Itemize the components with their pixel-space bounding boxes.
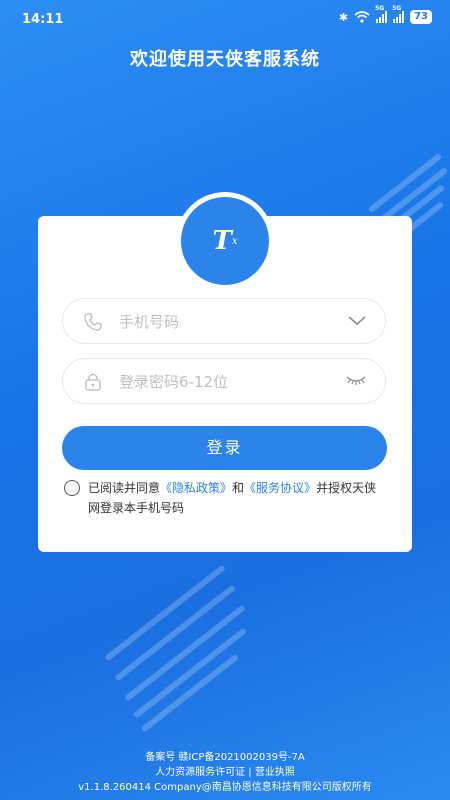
status-icons: ✱ 5G 5G 73: [338, 5, 432, 24]
agreement-and: 和: [232, 481, 245, 495]
service-agreement-link[interactable]: 《服务协议》: [244, 481, 316, 495]
chevron-down-icon[interactable]: [347, 313, 367, 327]
page-title: 欢迎使用天侠客服系统: [130, 49, 320, 70]
agreement-text: 已阅读并同意《隐私政策》和《服务协议》并授权天侠网登录本手机号码: [88, 478, 388, 518]
password-field[interactable]: 登录密码6-12位: [62, 358, 386, 404]
signal-5g-label: 5G: [392, 5, 402, 12]
password-input[interactable]: 登录密码6-12位: [119, 371, 228, 392]
privacy-policy-link[interactable]: 《隐私政策》: [160, 481, 232, 495]
footer-licenses[interactable]: 人力资源服务许可证 | 营业执照: [0, 765, 450, 780]
footer-icp[interactable]: 备案号 赣ICP备2021002039号-7A: [0, 750, 450, 765]
status-time: 14:11: [22, 12, 64, 27]
status-bar: 14:11 ✱ 5G 5G 73: [0, 0, 450, 36]
signal-icon: 5G: [375, 5, 388, 23]
agreement-radio[interactable]: [64, 480, 80, 496]
logo-letter: T: [212, 226, 232, 256]
battery-indicator: 73: [410, 10, 432, 24]
login-button[interactable]: 登录: [62, 426, 387, 470]
lock-icon: [85, 373, 101, 391]
signal-icon: 5G: [392, 5, 405, 23]
phone-icon: [84, 313, 102, 331]
app-logo: Tx: [181, 197, 269, 285]
phone-field[interactable]: 手机号码: [62, 298, 386, 344]
phone-input[interactable]: 手机号码: [119, 311, 179, 332]
bluetooth-icon: ✱: [338, 10, 349, 24]
footer-version: v1.1.8.260414 Company@南昌协恩信息科技有限公司版权所有: [78, 782, 372, 793]
decorative-stripes-bottom-left: [90, 564, 260, 750]
eye-closed-icon[interactable]: [345, 373, 367, 387]
signal-5g-label: 5G: [375, 5, 385, 12]
logo-subletter: x: [231, 235, 238, 247]
wifi-icon: [354, 11, 370, 23]
agreement-prefix: 已阅读并同意: [88, 481, 161, 495]
